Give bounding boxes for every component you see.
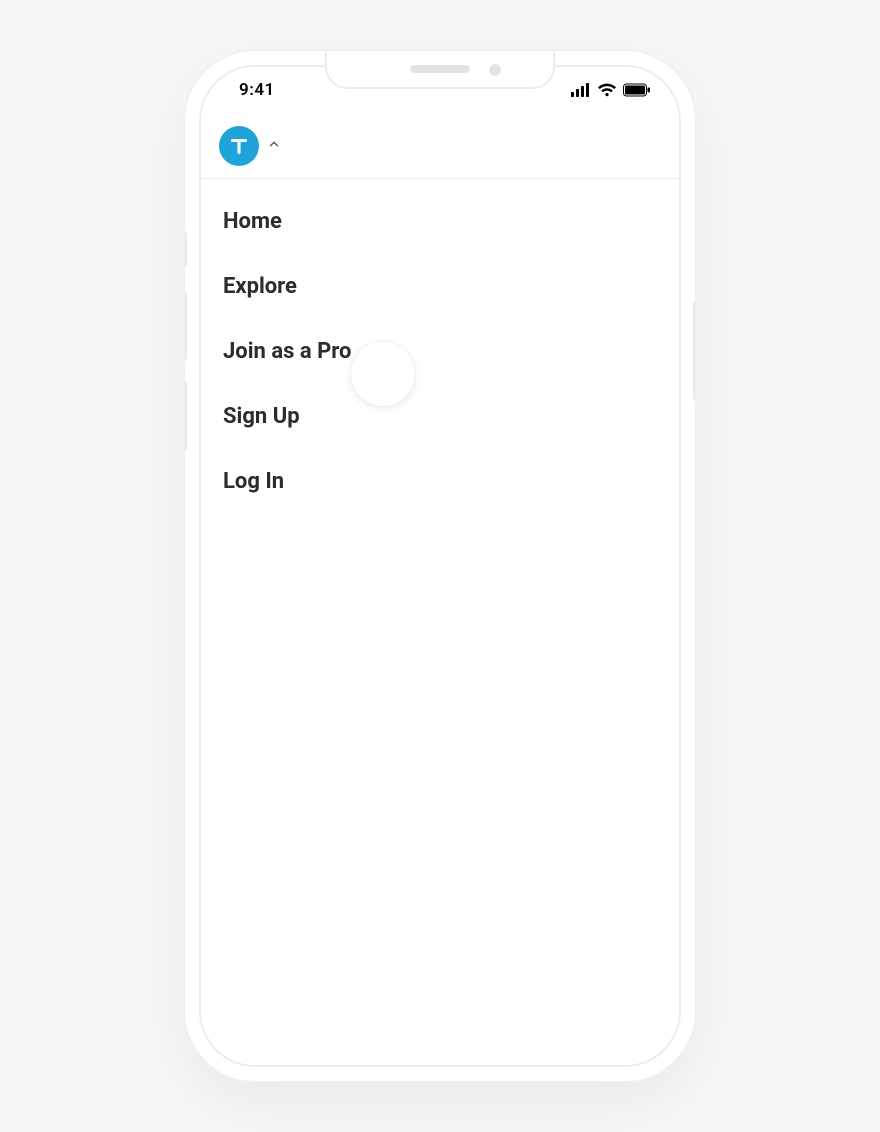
phone-side-button: [185, 231, 187, 267]
phone-screen: 9:41: [201, 67, 679, 1065]
nav-menu: Home Explore Join as a Pro Sign Up Log I…: [201, 179, 679, 524]
battery-icon: [623, 83, 651, 97]
phone-camera: [489, 64, 501, 76]
phone-side-button: [693, 301, 695, 401]
nav-item-home[interactable]: Home: [201, 189, 679, 254]
cellular-icon: [571, 83, 591, 97]
logo-t-icon: [228, 135, 250, 157]
nav-item-join-as-pro[interactable]: Join as a Pro: [201, 319, 679, 384]
phone-speaker: [410, 65, 470, 73]
chevron-up-icon[interactable]: [267, 136, 281, 155]
app-header[interactable]: [201, 113, 679, 179]
nav-item-explore[interactable]: Explore: [201, 254, 679, 319]
phone-side-button: [185, 381, 187, 451]
phone-notch: [325, 51, 555, 89]
phone-side-button: [185, 291, 187, 361]
nav-item-sign-up[interactable]: Sign Up: [201, 384, 679, 449]
brand-logo[interactable]: [219, 126, 259, 166]
phone-mockup: 9:41: [185, 51, 695, 1081]
status-time: 9:41: [229, 80, 275, 100]
nav-item-log-in[interactable]: Log In: [201, 449, 679, 514]
wifi-icon: [597, 83, 617, 97]
status-icons: [571, 83, 651, 97]
